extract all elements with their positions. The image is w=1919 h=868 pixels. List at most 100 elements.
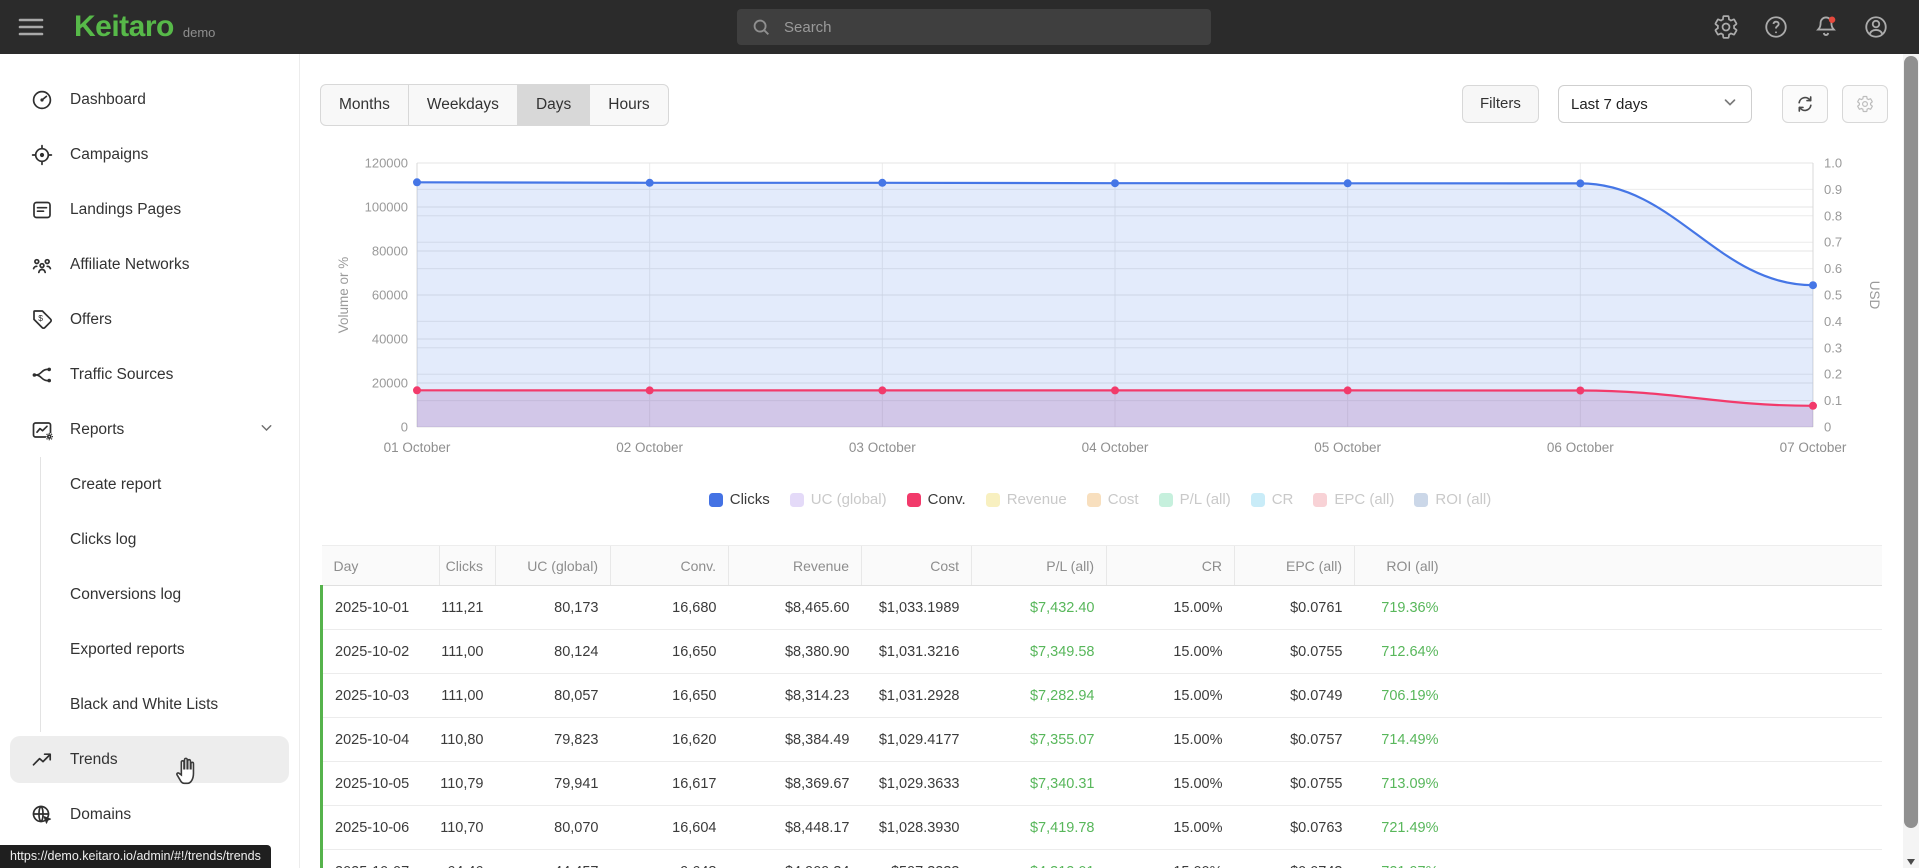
sidebar-item-traffic-sources[interactable]: Traffic Sources — [0, 347, 299, 402]
cell-uc-global-: 79,941 — [495, 761, 611, 806]
table-row[interactable]: 2025-10-04 110,80 79,823 16,620 $8,384.49 $1,… — [320, 717, 1882, 762]
notifications-bell-icon[interactable] — [1813, 14, 1839, 40]
cell-day: 2025-10-01 — [320, 585, 440, 630]
data-point-clicks[interactable] — [1809, 281, 1817, 290]
table-row[interactable]: 2025-10-03 111,00 80,057 16,650 $8,314.23 $1,… — [320, 673, 1882, 718]
sidebar-item-trends[interactable]: Trends — [0, 732, 299, 787]
scrollbar-thumb[interactable] — [1904, 56, 1918, 828]
sidebar-item-reports[interactable]: Reports — [0, 402, 299, 457]
sidebar-item-conversions-log[interactable]: Conversions log — [0, 567, 299, 622]
table-row[interactable]: 2025-10-0764,4644,4579,648$4,909.34$597.… — [320, 849, 1882, 868]
data-point-conv-[interactable] — [1576, 386, 1585, 395]
table-row[interactable]: 2025-10-06 110,70 80,070 16,604 $8,448.17 $1,… — [320, 805, 1882, 850]
tab-weekdays[interactable]: Weekdays — [407, 85, 517, 125]
legend-item-p-l-all-[interactable]: P/L (all) — [1158, 491, 1231, 508]
cell-p-l-all-: $7,419.78 — [971, 805, 1107, 850]
legend-item-clicks[interactable]: Clicks — [708, 491, 770, 508]
axis-tick-label: 0.2 — [1824, 367, 1842, 382]
global-search[interactable] — [737, 9, 1211, 45]
sidebar-item-domains[interactable]: Domains — [0, 787, 299, 842]
menu-icon[interactable] — [16, 12, 46, 42]
sidebar-item-campaigns[interactable]: Campaigns — [0, 127, 299, 182]
column-header-cost[interactable]: Cost — [861, 545, 972, 586]
data-point-clicks[interactable] — [1343, 179, 1352, 188]
data-point-conv-[interactable] — [645, 386, 654, 395]
legend-item-cost[interactable]: Cost — [1086, 491, 1139, 508]
cell-roi-all-: 721.97% — [1354, 849, 1451, 868]
axis-tick-label: 0 — [1824, 420, 1831, 435]
legend-item-conv-[interactable]: Conv. — [906, 491, 966, 508]
date-range-select[interactable]: Last 7 days — [1558, 85, 1752, 123]
column-header-epc-all-[interactable]: EPC (all) — [1234, 545, 1355, 586]
keitaro-logo[interactable]: Keitaro demo — [74, 12, 215, 42]
x-axis-label: 05 October — [1314, 440, 1381, 455]
filters-button[interactable]: Filters — [1462, 85, 1539, 123]
help-icon[interactable] — [1763, 14, 1789, 40]
cell-day: 2025-10-05 — [320, 761, 440, 806]
column-header-day[interactable]: Day — [321, 545, 440, 586]
data-point-clicks[interactable] — [413, 178, 421, 187]
column-header-p-l-all-[interactable]: P/L (all) — [971, 545, 1107, 586]
scrollbar-down-arrow[interactable] — [1907, 859, 1915, 865]
chart-settings-button[interactable] — [1842, 85, 1888, 123]
area-fill-conv- — [417, 390, 1813, 427]
search-input[interactable] — [784, 18, 1211, 36]
y-left-axis-title: Volume or % — [336, 257, 351, 334]
trends-line-chart[interactable]: 0 20000 40000 60000 80000 100000 120000 0 0.1 0.2… — [318, 145, 1898, 490]
legend-item-epc-all-[interactable]: EPC (all) — [1313, 491, 1394, 508]
cell-clicks: 111,00 — [439, 629, 496, 674]
sidebar-item-exported-reports[interactable]: Exported reports — [0, 622, 299, 677]
refresh-button[interactable] — [1782, 85, 1828, 123]
legend-label: CR — [1271, 491, 1294, 508]
sidebar-item-dashboard[interactable]: Dashboard — [0, 72, 299, 127]
x-axis-label: 03 October — [849, 440, 916, 455]
data-point-clicks[interactable] — [1111, 179, 1119, 188]
table-row[interactable]: 2025-10-01 111,21 80,173 16,680 $8,465.60 $1,… — [320, 585, 1882, 630]
cell-uc-global-: 80,173 — [495, 585, 611, 630]
column-header-roi-all-[interactable]: ROI (all) — [1354, 545, 1451, 586]
column-header-revenue[interactable]: Revenue — [728, 545, 862, 586]
data-point-clicks[interactable] — [878, 178, 887, 187]
sidebar-item-create-report[interactable]: Create report — [0, 457, 299, 512]
column-header-conv-[interactable]: Conv. — [610, 545, 729, 586]
axis-tick-label: 0.4 — [1824, 314, 1842, 329]
data-point-conv-[interactable] — [1111, 386, 1119, 395]
tab-days[interactable]: Days — [516, 85, 590, 125]
vertical-scrollbar[interactable] — [1903, 54, 1919, 868]
column-header-cr[interactable]: CR — [1106, 545, 1235, 586]
data-point-clicks[interactable] — [1576, 179, 1585, 188]
cell-clicks: 110,70 — [439, 805, 496, 850]
table-row[interactable]: 2025-10-05 110,79 79,941 16,617 $8,369.67 $1,… — [320, 761, 1882, 806]
column-header-clicks[interactable]: Clicks — [439, 545, 496, 586]
data-point-conv-[interactable] — [413, 386, 421, 395]
cell-clicks: 110,80 — [439, 717, 496, 762]
sidebar-item-offers[interactable]: $ Offers — [0, 292, 299, 347]
legend-item-roi-all-[interactable]: ROI (all) — [1414, 491, 1491, 508]
cell-cr: 15.00% — [1106, 805, 1235, 850]
table-row[interactable]: 2025-10-02 111,00 80,124 16,650 $8,380.90 $1,… — [320, 629, 1882, 674]
data-point-conv-[interactable] — [1809, 401, 1817, 410]
legend-item-cr[interactable]: CR — [1250, 491, 1294, 508]
data-point-clicks[interactable] — [645, 178, 654, 187]
sidebar-item-landings-pages[interactable]: Landings Pages — [0, 182, 299, 237]
cell-roi-all-: 706.19% — [1354, 673, 1451, 718]
tab-months[interactable]: Months — [321, 85, 408, 125]
legend-item-revenue[interactable]: Revenue — [985, 491, 1067, 508]
sidebar-item-label: Trends — [70, 750, 118, 768]
data-point-conv-[interactable] — [1343, 386, 1352, 395]
sidebar-item-affiliate-networks[interactable]: Affiliate Networks — [0, 237, 299, 292]
user-account-icon[interactable] — [1863, 14, 1889, 40]
data-point-conv-[interactable] — [878, 386, 887, 395]
search-icon — [753, 19, 769, 35]
sidebar-item-label: Create report — [70, 475, 162, 493]
sidebar-item-black-and-white-lists[interactable]: Black and White Lists — [0, 677, 299, 732]
legend-swatch — [1086, 492, 1101, 507]
sidebar-item-clicks-log[interactable]: Clicks log — [0, 512, 299, 567]
tab-hours[interactable]: Hours — [589, 85, 667, 125]
axis-tick-label: 0.5 — [1824, 288, 1842, 303]
settings-gear-icon[interactable] — [1713, 14, 1739, 40]
column-header-uc-global-[interactable]: UC (global) — [495, 545, 611, 586]
legend-item-uc-global-[interactable]: UC (global) — [789, 491, 887, 508]
legend-label: EPC (all) — [1334, 491, 1395, 508]
cell-revenue: $8,369.67 — [728, 761, 862, 806]
